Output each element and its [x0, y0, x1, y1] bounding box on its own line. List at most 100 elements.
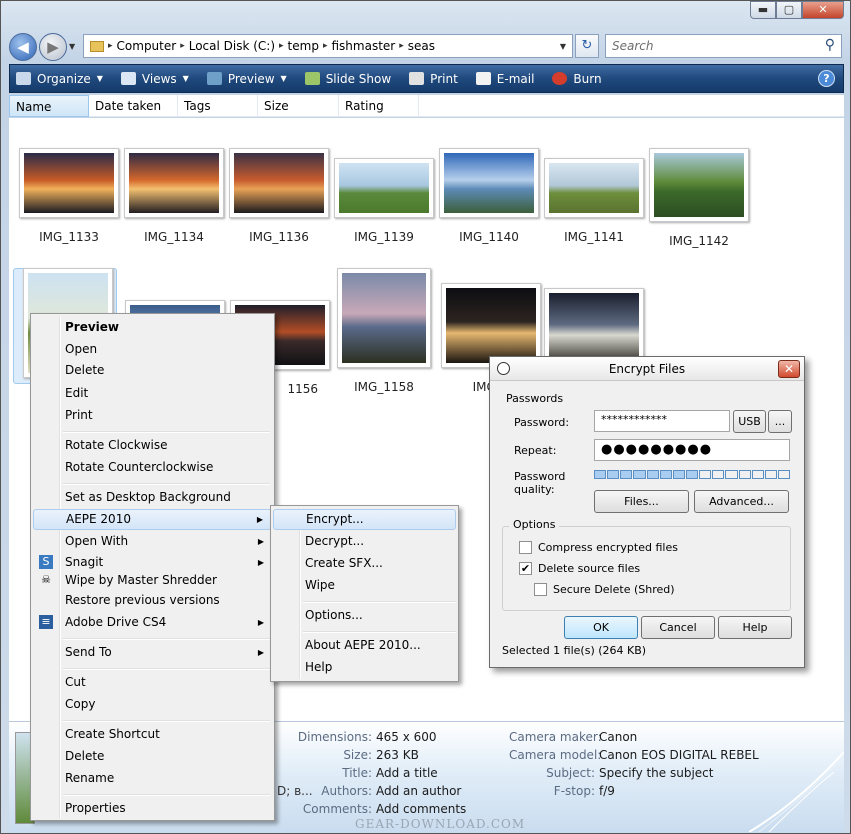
menu-cut[interactable]: Cut: [33, 672, 272, 693]
thumbnail-image: [19, 148, 119, 218]
thumbnail-image: [544, 158, 644, 218]
secure-delete-checkbox[interactable]: Secure Delete (Shred): [534, 583, 675, 596]
dialog-close-icon[interactable]: ✕: [778, 360, 800, 378]
column-header: Name Date taken Tags Size Rating: [9, 95, 844, 117]
help-button[interactable]: Help: [718, 616, 792, 639]
minimize-icon[interactable]: ▬: [750, 1, 776, 19]
submenu-options[interactable]: Options...: [273, 605, 456, 626]
menu-rename[interactable]: Rename: [33, 768, 272, 789]
address-bar[interactable]: ▸ Computer ▸ Local Disk (C:) ▸ temp ▸ fi…: [83, 34, 573, 58]
search-icon[interactable]: ⚲: [825, 37, 835, 53]
menu-rotate-counterclockwise[interactable]: Rotate Counterclockwise: [33, 457, 272, 478]
quality-meter-segment: [699, 470, 712, 479]
submenu-about[interactable]: About AEPE 2010...: [273, 635, 456, 656]
submenu-arrow-icon: ▶: [257, 648, 264, 657]
delete-source-checkbox[interactable]: ✔ Delete source files: [519, 562, 640, 575]
breadcrumb-fishmaster[interactable]: fishmaster: [327, 39, 399, 53]
quality-meter-segment: [685, 470, 699, 479]
menu-copy[interactable]: Copy: [33, 694, 272, 715]
file-thumbnail[interactable]: IMG_1141: [544, 158, 644, 244]
breadcrumb-seas[interactable]: seas: [404, 39, 439, 53]
menu-aepe-2010[interactable]: AEPE 2010 ▶: [33, 509, 272, 530]
file-name-label: IMG_1140: [459, 230, 519, 244]
back-arrow-icon[interactable]: ◀: [9, 33, 37, 61]
menu-preview[interactable]: Preview: [33, 317, 272, 338]
forward-arrow-icon[interactable]: ▶: [39, 33, 67, 61]
menu-open-with[interactable]: Open With ▶: [33, 531, 272, 552]
compress-checkbox[interactable]: Compress encrypted files: [519, 541, 678, 554]
menu-open[interactable]: Open: [33, 339, 272, 360]
options-group: Options Compress encrypted files ✔ Delete…: [502, 518, 791, 611]
subject-field[interactable]: Specify the subject: [599, 766, 713, 780]
file-thumbnail[interactable]: IMG_1140: [439, 148, 539, 244]
aepe-submenu: Encrypt... Decrypt... Create SFX... Wipe…: [270, 505, 459, 682]
size-value: 263 KB: [376, 748, 419, 762]
submenu-encrypt[interactable]: Encrypt...: [273, 509, 456, 530]
advanced-button[interactable]: Advanced...: [694, 490, 789, 513]
print-button[interactable]: Print: [409, 72, 458, 86]
breadcrumb-computer[interactable]: Computer: [113, 39, 181, 53]
menu-edit[interactable]: Edit: [33, 383, 272, 404]
menu-create-shortcut[interactable]: Create Shortcut: [33, 724, 272, 745]
column-name[interactable]: Name: [9, 95, 89, 117]
menu-rotate-clockwise[interactable]: Rotate Clockwise: [33, 435, 272, 456]
maximize-icon[interactable]: ▢: [776, 1, 802, 19]
preview-button[interactable]: Preview ▼: [206, 72, 287, 86]
breadcrumb-local-disk[interactable]: Local Disk (C:): [185, 39, 279, 53]
views-button[interactable]: Views ▼: [120, 72, 189, 86]
views-icon: [120, 72, 136, 85]
submenu-decrypt[interactable]: Decrypt...: [273, 531, 456, 552]
address-dropdown-icon[interactable]: ▼: [560, 42, 566, 51]
submenu-wipe[interactable]: Wipe: [273, 575, 456, 596]
help-icon[interactable]: ?: [818, 70, 835, 87]
menu-properties[interactable]: Properties: [33, 798, 272, 819]
menu-adobe-drive[interactable]: ≡ Adobe Drive CS4 ▶: [33, 612, 272, 633]
submenu-help[interactable]: Help: [273, 657, 456, 678]
password-field[interactable]: ************: [594, 410, 730, 432]
snagit-icon: S: [39, 555, 53, 569]
breadcrumb-temp[interactable]: temp: [284, 39, 323, 53]
file-name-label: IMG_1139: [354, 230, 414, 244]
menu-send-to[interactable]: Send To ▶: [33, 642, 272, 663]
submenu-create-sfx[interactable]: Create SFX...: [273, 553, 456, 574]
files-button[interactable]: Files...: [594, 490, 689, 513]
slideshow-button[interactable]: Slide Show: [304, 72, 391, 86]
browse-button[interactable]: ...: [768, 410, 792, 433]
ok-button[interactable]: OK: [564, 616, 638, 639]
menu-restore-previous-versions[interactable]: Restore previous versions: [33, 590, 272, 611]
menu-delete[interactable]: Delete: [33, 360, 272, 381]
organize-button[interactable]: Organize ▼: [16, 72, 103, 86]
email-button[interactable]: E-mail: [475, 72, 534, 86]
column-rating[interactable]: Rating: [339, 95, 419, 117]
column-date-taken[interactable]: Date taken: [89, 95, 178, 117]
title-field[interactable]: Add a title: [376, 766, 438, 780]
refresh-icon[interactable]: ↻: [575, 34, 599, 58]
adobe-drive-icon: ≡: [39, 615, 53, 629]
authors-field[interactable]: Add an author: [376, 784, 461, 798]
file-name-label: IMG_1142: [669, 234, 729, 248]
cancel-button[interactable]: Cancel: [641, 616, 715, 639]
file-thumbnail[interactable]: IMG_1142: [649, 148, 749, 248]
repeat-password-field[interactable]: ●●●●●●●●●: [594, 439, 790, 461]
partial-date-text: D; в...: [277, 784, 313, 798]
file-name-label: IMG_1134: [144, 230, 204, 244]
quality-meter-segment: [777, 470, 791, 479]
column-size[interactable]: Size: [258, 95, 339, 117]
menu-set-desktop-background[interactable]: Set as Desktop Background: [33, 487, 272, 508]
recent-pages-chevron-icon[interactable]: ▼: [69, 42, 75, 51]
comments-field[interactable]: Add comments: [376, 802, 466, 816]
search-input[interactable]: Search ⚲: [605, 34, 842, 58]
file-thumbnail[interactable]: IMG_1139: [334, 158, 434, 244]
burn-button[interactable]: Burn: [552, 72, 602, 86]
column-tags[interactable]: Tags: [178, 95, 258, 117]
folder-icon: [90, 40, 104, 52]
file-thumbnail[interactable]: IMG_1136: [229, 148, 329, 244]
usb-button[interactable]: USB: [733, 410, 766, 433]
file-thumbnail[interactable]: IMG_1158: [337, 268, 431, 394]
close-icon[interactable]: ✕: [802, 1, 844, 19]
menu-wipe-master-shredder[interactable]: ☠ Wipe by Master Shredder: [33, 570, 272, 591]
file-thumbnail[interactable]: IMG_1133: [19, 148, 119, 244]
menu-delete-2[interactable]: Delete: [33, 746, 272, 767]
menu-print[interactable]: Print: [33, 405, 272, 426]
file-thumbnail[interactable]: IMG_1134: [124, 148, 224, 244]
